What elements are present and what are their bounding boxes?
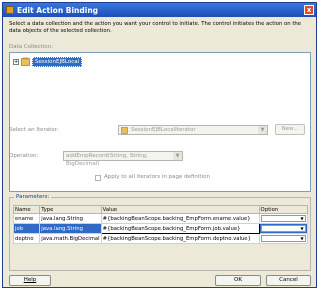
instructions-text: Select a data collection and the action … <box>9 21 302 34</box>
data-collection-label: Data Collection: <box>9 44 53 50</box>
parameters-table: Name Type Value Option ename java.lang.S… <box>12 205 309 244</box>
param-name: ename <box>12 213 41 224</box>
column-header-value[interactable]: Value <box>100 205 260 214</box>
iterator-value: SessionEJBLocalIterator <box>131 127 196 133</box>
chevron-down-icon[interactable]: ▼ <box>299 216 305 221</box>
table-row[interactable]: ename java.lang.String #{backingBeanScop… <box>12 213 309 224</box>
new-iterator-button[interactable]: New... <box>275 124 305 135</box>
param-type: java.math.BigDecimal <box>39 233 102 244</box>
apply-all-checkbox[interactable] <box>95 175 101 181</box>
chevron-down-icon[interactable]: ▼ <box>299 236 305 241</box>
apply-all-label: Apply to all iterators in page definitio… <box>104 174 210 180</box>
table-row[interactable]: deptno java.math.BigDecimal #{backingBea… <box>12 233 309 244</box>
iterator-label: Select an Iterator: <box>9 127 59 133</box>
option-select[interactable]: ▼ <box>260 235 306 242</box>
param-value[interactable]: #{backingBeanScope.backing_EmpForm.deptn… <box>100 233 260 244</box>
option-select[interactable]: ▼ <box>260 225 306 232</box>
option-select[interactable]: ▼ <box>260 215 306 222</box>
param-name: job <box>12 223 41 234</box>
param-value-editor[interactable]: #{backingBeanScope.backing_EmpForm.job.v… <box>100 223 260 234</box>
column-header-name[interactable]: Name <box>12 205 41 214</box>
close-icon[interactable]: x <box>304 5 314 15</box>
param-option[interactable]: ▼ <box>258 233 309 244</box>
param-option[interactable]: ▼ <box>258 213 309 224</box>
dialog-title: Edit Action Binding <box>17 6 99 15</box>
param-type: java.lang.String <box>39 213 102 224</box>
parameters-legend: Parameters: <box>14 194 52 200</box>
param-name: deptno <box>12 233 41 244</box>
help-button[interactable]: Help <box>9 275 51 286</box>
expand-icon[interactable]: + <box>13 59 19 65</box>
help-label: Help <box>23 277 37 283</box>
chevron-down-icon[interactable]: ▼ <box>299 226 305 231</box>
operation-select[interactable]: addEmpRecord(String, String, BigDecimal)… <box>63 151 183 167</box>
app-icon <box>6 6 14 14</box>
iterator-icon <box>121 127 128 134</box>
param-type: java.lang.String <box>39 223 102 234</box>
edit-action-binding-dialog: Edit Action Binding x Select a data coll… <box>2 2 317 288</box>
title-bar[interactable]: Edit Action Binding x <box>3 3 316 17</box>
iterator-select[interactable]: SessionEJBLocalIterator ▼ <box>118 125 268 135</box>
data-collection-tree[interactable]: + SessionEJBLocal <box>9 52 311 192</box>
param-value[interactable]: #{backingBeanScope.backing_EmpForm.ename… <box>100 213 260 224</box>
table-row-selected[interactable]: job java.lang.String #{backingBeanScope.… <box>12 223 309 234</box>
param-option[interactable]: ▼ <box>258 223 309 234</box>
operation-label: Operation: <box>9 153 39 159</box>
parameters-group: Parameters: Name Type Value Option ename… <box>9 194 311 271</box>
cancel-button[interactable]: Cancel <box>266 275 311 286</box>
chevron-down-icon[interactable]: ▼ <box>258 126 267 134</box>
column-header-type[interactable]: Type <box>39 205 102 214</box>
column-header-option[interactable]: Option <box>258 205 309 214</box>
ok-button[interactable]: OK <box>215 275 261 286</box>
chevron-down-icon[interactable]: ▼ <box>173 152 182 160</box>
ejb-bean-icon <box>21 57 30 66</box>
tree-item-sessionejblocal[interactable]: SessionEJBLocal <box>32 57 83 67</box>
param-value: #{backingBeanScope.backing_EmpForm.job.v… <box>102 225 241 232</box>
